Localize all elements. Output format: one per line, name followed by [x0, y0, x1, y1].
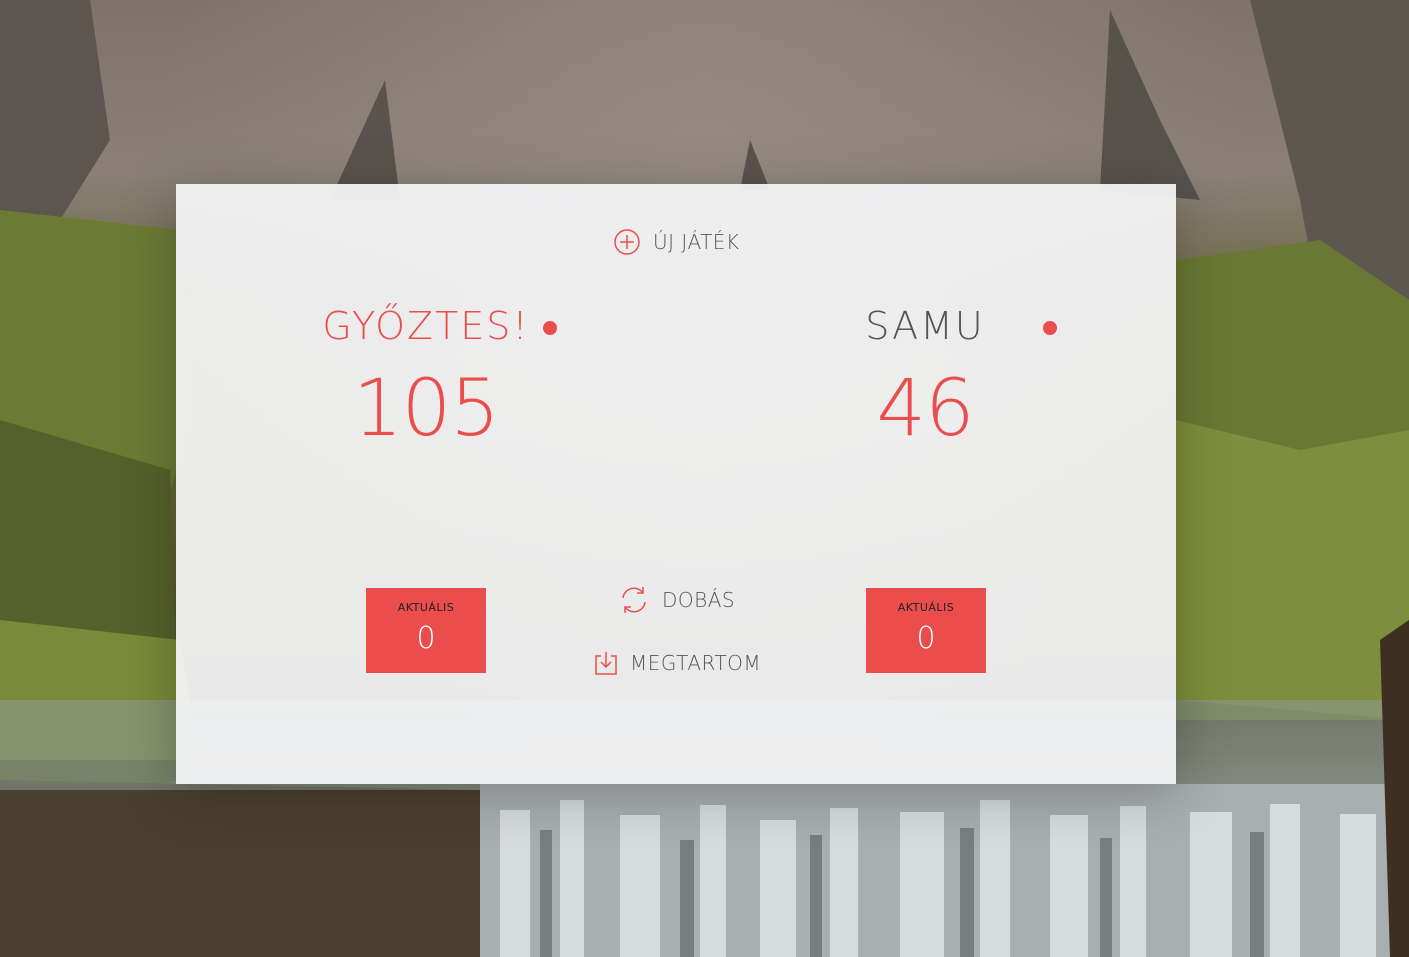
download-icon: [594, 650, 618, 676]
player-2-score: 46: [876, 364, 974, 454]
roll-label: DOBÁS: [662, 588, 736, 612]
game-board: ÚJ JÁTÉK GYŐZTES! 105 AKTUÁLIS 0 SAMU 46…: [176, 184, 1176, 784]
player-2-active-dot-icon: [1043, 321, 1057, 335]
player-1-current-label: AKTUÁLIS: [397, 601, 455, 614]
player-2-current-box: AKTUÁLIS 0: [866, 588, 986, 673]
player-2-current-value: 0: [916, 621, 936, 656]
player-1-current-box: AKTUÁLIS 0: [366, 588, 486, 673]
hold-button[interactable]: MEGTARTOM: [594, 650, 761, 676]
roll-dice-button[interactable]: DOBÁS: [618, 585, 735, 615]
player-1-active-dot-icon: [543, 321, 557, 335]
player-2-current-label: AKTUÁLIS: [897, 601, 955, 614]
new-game-label: ÚJ JÁTÉK: [653, 230, 740, 254]
new-game-button[interactable]: ÚJ JÁTÉK: [613, 228, 740, 256]
player-1-current-value: 0: [416, 621, 436, 656]
player-1-score: 105: [353, 364, 500, 454]
player-1-name: GYŐZTES!: [322, 304, 530, 348]
refresh-icon: [618, 585, 650, 615]
plus-circle-icon: [613, 228, 641, 256]
player-2-name: SAMU: [865, 304, 985, 348]
hold-label: MEGTARTOM: [630, 651, 762, 675]
